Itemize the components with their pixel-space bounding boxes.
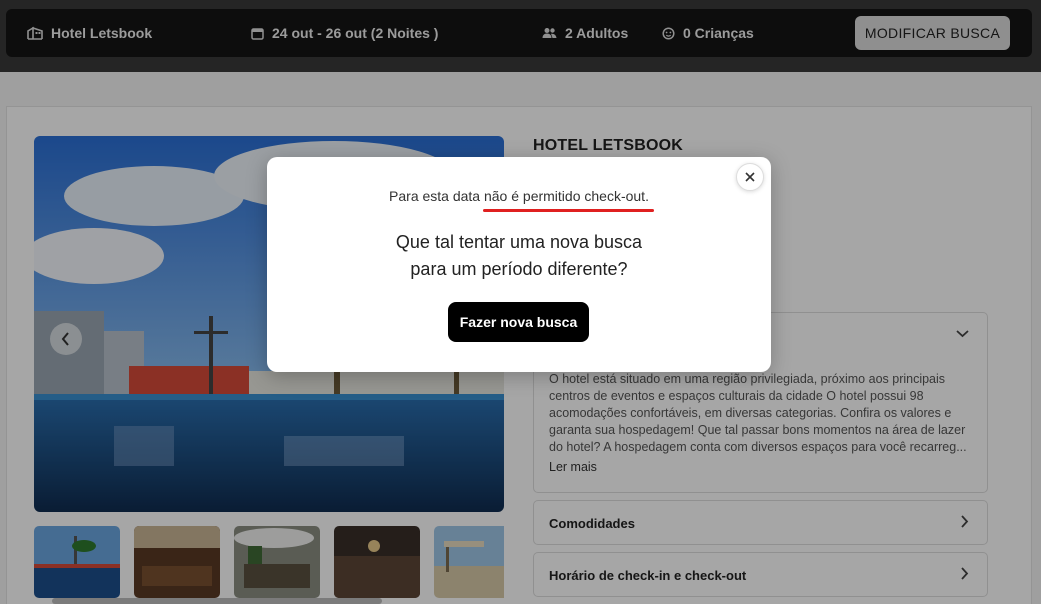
availability-modal: Para esta data não é permitido check-out…: [267, 157, 771, 372]
question-line-2: para um período diferente?: [410, 259, 628, 279]
close-modal-button[interactable]: [736, 163, 764, 191]
checkout-notice: Para esta data não é permitido check-out…: [389, 188, 649, 204]
close-icon: [745, 172, 755, 182]
notice-underline: [483, 209, 654, 212]
new-search-question: Que tal tentar uma nova busca para um pe…: [267, 229, 771, 283]
question-line-1: Que tal tentar uma nova busca: [395, 232, 643, 252]
new-search-button[interactable]: Fazer nova busca: [448, 302, 589, 342]
